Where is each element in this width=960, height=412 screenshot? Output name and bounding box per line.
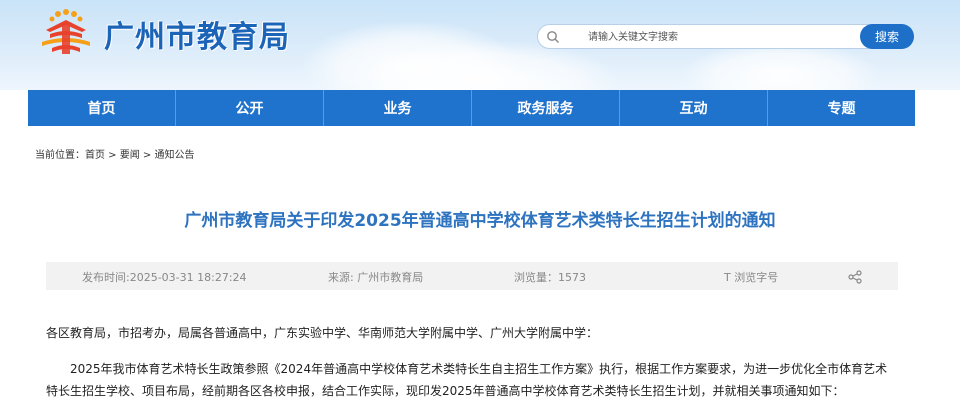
site-header: 广州市教育局 搜索 [0,0,960,90]
nav-item-topics[interactable]: 专题 [768,90,915,126]
breadcrumb: 当前位置：首页 > 要闻 > 通知公告 [35,146,195,161]
breadcrumb-prefix: 当前位置： [35,150,85,161]
search-box: 搜索 [537,24,914,49]
article-meta-bar: 发布时间:2025-03-31 18:27:24 来源: 广州市教育局 浏览量：… [46,262,898,290]
education-bureau-emblem-icon[interactable] [38,8,94,60]
article-paragraph: 2025年我市体育艺术特长生政策参照《2024年普通高中学校体育艺术类特长生自主… [46,362,888,398]
breadcrumb-item-home[interactable]: 首页 [85,150,105,161]
view-count: 浏览量：1573 [514,271,586,284]
font-size-control[interactable]: T 浏览字号 [724,269,778,285]
breadcrumb-separator: > [139,150,155,161]
main-nav: 首页 公开 业务 政务服务 互动 专题 [28,90,915,126]
nav-item-home[interactable]: 首页 [28,90,176,126]
breadcrumb-item-news[interactable]: 要闻 [120,150,140,161]
nav-item-interaction[interactable]: 互动 [620,90,768,126]
breadcrumb-item-notices[interactable]: 通知公告 [155,150,195,161]
article-paragraph: 各区教育局，市招考办，局属各普通高中，广东实验中学、华南师范大学附属中学、广州大… [46,326,599,340]
article-title: 广州市教育局关于印发2025年普通高中学校体育艺术类特长生招生计划的通知 [184,211,776,231]
nav-item-business[interactable]: 业务 [324,90,472,126]
site-title[interactable]: 广州市教育局 [104,12,290,56]
breadcrumb-separator: > [105,150,120,161]
article-source: 来源: 广州市教育局 [328,271,424,284]
nav-item-government-services[interactable]: 政务服务 [472,90,620,126]
share-icon[interactable] [848,270,862,284]
nav-item-public[interactable]: 公开 [176,90,324,126]
search-icon [547,31,559,43]
search-button[interactable]: 搜索 [860,24,914,49]
search-input[interactable] [568,28,858,46]
publish-time: 发布时间:2025-03-31 18:27:24 [82,271,247,284]
